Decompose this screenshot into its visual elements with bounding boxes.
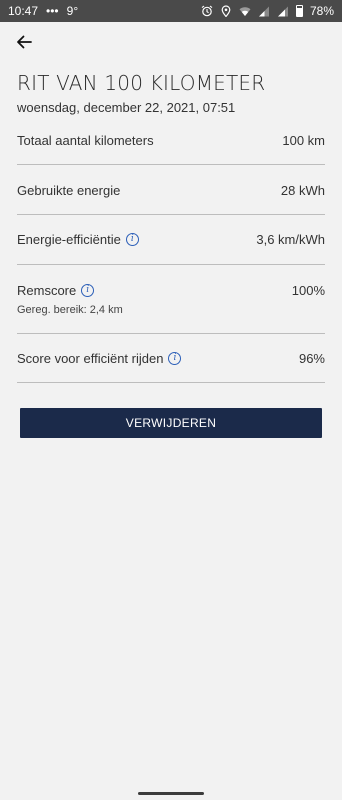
wifi-icon — [239, 5, 251, 17]
signal-icon — [258, 5, 270, 17]
stat-label: Score voor efficiënt rijden i — [17, 351, 182, 366]
status-bar: 10:47 ••• 9° 78% — [0, 0, 342, 22]
status-bar-right: 78% — [201, 4, 334, 18]
info-icon[interactable]: i — [125, 233, 139, 246]
home-indicator[interactable] — [138, 792, 204, 795]
stat-value: 100% — [291, 283, 325, 298]
stat-label-text: Score voor efficiënt rijden — [17, 351, 164, 366]
stat-label-text: Energie-efficiëntie — [17, 232, 121, 247]
stat-label-text: Totaal aantal kilometers — [17, 133, 154, 148]
stat-value: 3,6 km/kWh — [256, 232, 325, 247]
stat-label: Totaal aantal kilometers — [17, 133, 154, 148]
alarm-icon — [201, 5, 213, 17]
stat-value: 96% — [298, 351, 325, 366]
trip-datetime: woensdag, december 22, 2021, 07:51 — [17, 100, 236, 115]
stat-label: Remscore i — [17, 283, 95, 298]
info-icon[interactable]: i — [81, 284, 95, 297]
divider — [17, 164, 325, 165]
notification-dots: ••• — [46, 4, 59, 18]
stat-label: Gebruikte energie — [17, 183, 120, 198]
page-title: RIT VAN 100 KILOMETER — [17, 71, 266, 95]
stat-value: 100 km — [282, 133, 325, 148]
battery-icon — [295, 5, 303, 17]
stat-label-text: Gebruikte energie — [17, 183, 121, 198]
info-icon[interactable]: i — [168, 352, 182, 365]
stat-label-text: Remscore — [17, 283, 77, 298]
delete-button[interactable]: VERWIJDEREN — [20, 408, 322, 438]
location-icon — [220, 5, 232, 17]
divider — [17, 333, 325, 334]
stat-value: 28 kWh — [280, 183, 325, 198]
divider — [17, 214, 325, 215]
back-button[interactable] — [14, 32, 34, 52]
battery-percent: 78% — [309, 4, 334, 18]
signal-icon — [277, 5, 289, 17]
status-temperature: 9° — [66, 4, 79, 18]
status-time: 10:47 — [8, 4, 39, 18]
divider — [17, 382, 325, 383]
arrow-left-icon — [17, 35, 32, 49]
status-bar-left: 10:47 ••• 9° — [8, 4, 78, 18]
divider — [17, 264, 325, 265]
stat-label: Energie-efficiëntie i — [17, 232, 139, 247]
regenerated-range: Gereg. bereik: 2,4 km — [17, 304, 123, 316]
